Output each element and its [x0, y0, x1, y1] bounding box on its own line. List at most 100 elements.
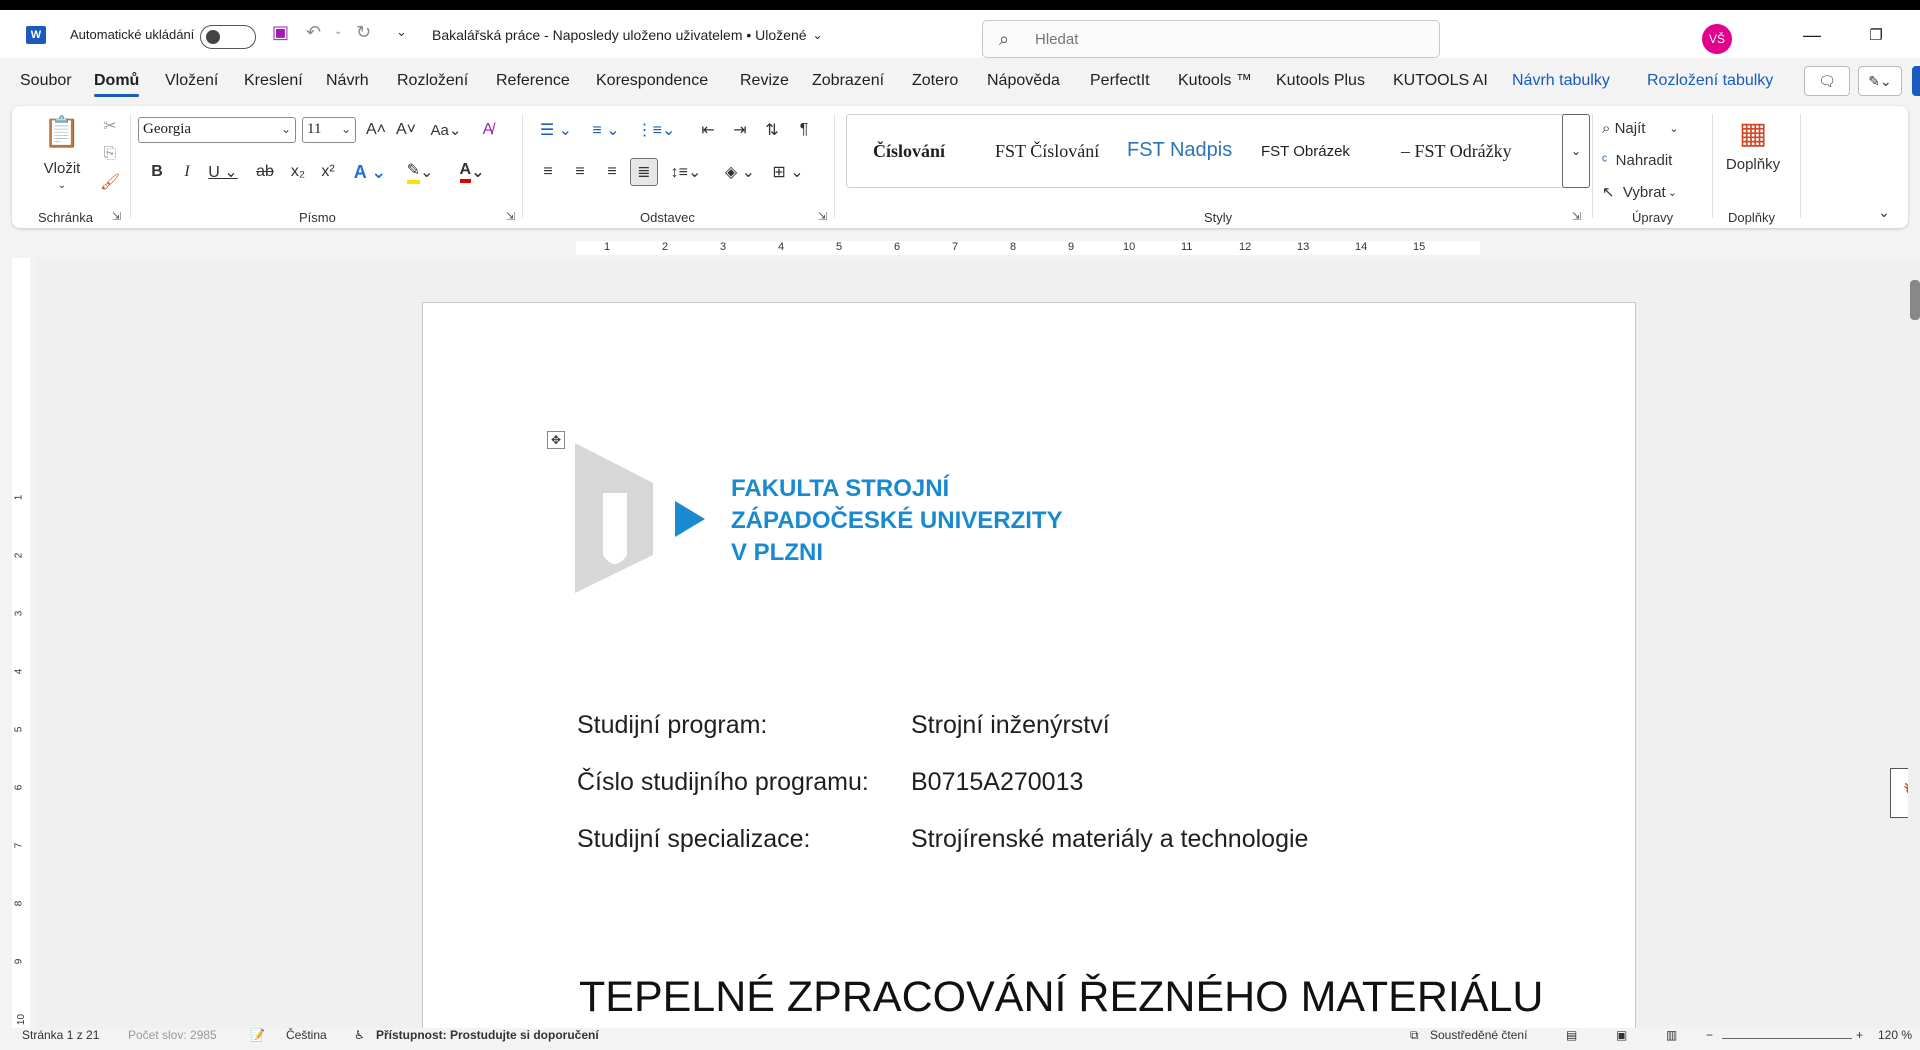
style-cislovani[interactable]: Číslování	[873, 141, 945, 162]
horizontal-ruler[interactable]: 1 2 3 4 5 6 7 8 9 10 11 12 13 14 15	[36, 238, 1920, 258]
zoom-level[interactable]: 120 %	[1878, 1028, 1912, 1042]
zoom-in-icon[interactable]: +	[1856, 1028, 1863, 1042]
font-size-combo[interactable]: 11 ⌄	[302, 117, 356, 143]
superscript-icon[interactable]: x²	[316, 160, 340, 184]
zoom-slider[interactable]	[1722, 1038, 1852, 1039]
shading-icon[interactable]: ◈ ⌄	[720, 160, 760, 184]
tab-revize[interactable]: Revize	[740, 72, 789, 90]
style-fst-cislovani[interactable]: FST Číslování	[995, 141, 1099, 162]
customize-toolbar-icon[interactable]: ⌄	[396, 24, 407, 40]
tab-rozlozeni-tabulky[interactable]: Rozložení tabulky	[1647, 72, 1773, 90]
bold-icon[interactable]: B	[146, 160, 168, 184]
document-canvas[interactable]: ✥ FAKULTA STROJNÍ ZÁPADOČESKÉ UNIVERZITY…	[36, 258, 1920, 1030]
tab-navrh-tabulky[interactable]: Návrh tabulky	[1512, 72, 1610, 90]
clear-formatting-icon[interactable]: A̸	[476, 118, 500, 142]
paragraph-launcher-icon[interactable]: ⇲	[818, 210, 827, 223]
tab-kutools-ai[interactable]: KUTOOLS AI	[1393, 72, 1488, 90]
close-icon[interactable]: ✕	[1916, 22, 1920, 48]
font-launcher-icon[interactable]: ⇲	[506, 210, 515, 223]
tab-vlozeni[interactable]: Vložení	[165, 72, 218, 90]
avatar[interactable]: VŠ	[1702, 24, 1732, 54]
format-painter-icon[interactable]: 🖌	[100, 172, 120, 192]
bullets-icon[interactable]: ☰ ⌄	[536, 118, 576, 142]
undo-icon[interactable]: ↶	[306, 22, 321, 43]
numbering-icon[interactable]: ≡ ⌄	[586, 118, 626, 142]
redo-icon[interactable]: ↻	[356, 22, 371, 43]
tab-korespondence[interactable]: Korespondence	[596, 72, 708, 90]
text-effects-icon[interactable]: A ⌄	[352, 160, 388, 184]
addins-button[interactable]: Doplňky	[1720, 154, 1786, 174]
increase-indent-icon[interactable]: ⇥	[728, 118, 752, 142]
justify-icon[interactable]: ≣	[630, 158, 658, 186]
tab-napoveda[interactable]: Nápověda	[987, 72, 1060, 90]
restore-icon[interactable]: ❐	[1856, 22, 1896, 48]
language[interactable]: Čeština	[286, 1028, 327, 1042]
shrink-font-icon[interactable]: A˅	[394, 118, 418, 142]
cut-icon[interactable]: ✂	[100, 116, 120, 136]
styles-launcher-icon[interactable]: ⇲	[1572, 210, 1581, 223]
page-count[interactable]: Stránka 1 z 21	[22, 1028, 99, 1042]
align-left-icon[interactable]: ≡	[536, 160, 560, 184]
line-spacing-icon[interactable]: ↕≡⌄	[666, 160, 706, 184]
style-fst-nadpis[interactable]: FST Nadpis	[1127, 139, 1232, 162]
replace-button[interactable]: ᶜ Nahradit	[1602, 148, 1702, 172]
sort-icon[interactable]: ⇅	[760, 118, 784, 142]
tab-zotero[interactable]: Zotero	[912, 72, 958, 90]
comments-button[interactable]: 🗨	[1804, 66, 1850, 96]
focus-mode[interactable]: Soustředěné čtení	[1430, 1028, 1527, 1042]
strikethrough-icon[interactable]: ab	[252, 160, 278, 184]
save-icon[interactable]: ▣	[272, 22, 289, 43]
show-formatting-icon[interactable]: ¶	[792, 118, 816, 142]
decrease-indent-icon[interactable]: ⇤	[696, 118, 720, 142]
highlight-color-icon[interactable]: ✎ ⌄	[400, 160, 440, 184]
undo-dropdown-icon[interactable]: ⌄	[334, 26, 342, 37]
search-input[interactable]	[1035, 29, 1415, 49]
editing-mode-button[interactable]: ✎⌄	[1858, 66, 1902, 96]
styles-more-icon[interactable]: ⌄	[1562, 114, 1590, 188]
paste-icon[interactable]: 📋	[42, 112, 82, 152]
style-fst-obrazek[interactable]: FST Obrázek	[1261, 143, 1350, 160]
minimize-icon[interactable]: —	[1792, 22, 1832, 48]
proofing-icon[interactable]: 📝	[250, 1028, 265, 1042]
paste-button[interactable]: Vložit	[38, 158, 86, 178]
search-box[interactable]: ⌕	[982, 20, 1440, 58]
tab-kresleni[interactable]: Kreslení	[244, 72, 303, 90]
zoom-out-icon[interactable]: −	[1706, 1028, 1713, 1042]
tab-navrh[interactable]: Návrh	[326, 72, 369, 90]
read-mode-icon[interactable]: ▤	[1566, 1028, 1577, 1042]
clipboard-launcher-icon[interactable]: ⇲	[112, 210, 121, 223]
scrollbar-thumb[interactable]	[1910, 280, 1920, 320]
print-layout-icon[interactable]: ▣	[1616, 1028, 1627, 1042]
accessibility-status[interactable]: Přístupnost: Prostudujte si doporučení	[376, 1028, 599, 1042]
multilevel-list-icon[interactable]: ⋮≡⌄	[636, 118, 676, 142]
tab-domu[interactable]: Domů	[94, 72, 140, 97]
tab-kutools-plus[interactable]: Kutools Plus	[1276, 72, 1365, 90]
tab-kutools[interactable]: Kutools ™	[1178, 72, 1252, 90]
table-move-handle-icon[interactable]: ✥	[547, 431, 565, 449]
collapse-ribbon-icon[interactable]: ⌄	[1874, 202, 1894, 222]
borders-icon[interactable]: ⊞ ⌄	[768, 160, 808, 184]
change-case-button[interactable]: Aa ⌄	[426, 118, 466, 142]
tab-soubor[interactable]: Soubor	[20, 72, 72, 90]
copy-icon[interactable]: ⎘	[100, 144, 120, 164]
autosave-toggle[interactable]	[200, 25, 256, 49]
align-center-icon[interactable]: ≡	[568, 160, 592, 184]
style-fst-odrazky[interactable]: – FST Odrážky	[1401, 141, 1512, 162]
vertical-ruler[interactable]: 1 2 3 4 5 6 7 8 9 10	[12, 258, 30, 1030]
document-page[interactable]: ✥ FAKULTA STROJNÍ ZÁPADOČESKÉ UNIVERZITY…	[422, 302, 1636, 1030]
tab-zobrazeni[interactable]: Zobrazení	[812, 72, 884, 90]
document-title[interactable]: Bakalářská práce - Naposledy uloženo uži…	[432, 27, 823, 43]
underline-icon[interactable]: U ⌄	[206, 160, 240, 184]
grow-font-icon[interactable]: A˄	[364, 118, 388, 142]
tab-perfectit[interactable]: PerfectIt	[1090, 72, 1150, 90]
web-layout-icon[interactable]: ▥	[1666, 1028, 1677, 1042]
italic-icon[interactable]: I	[176, 160, 198, 184]
paste-dropdown-icon[interactable]: ⌄	[52, 178, 72, 192]
font-name-combo[interactable]: Georgia ⌄	[138, 117, 296, 143]
subscript-icon[interactable]: x₂	[286, 160, 310, 184]
vertical-scrollbar[interactable]	[1908, 258, 1920, 1028]
share-button[interactable]: ⇪	[1912, 66, 1920, 96]
font-color-icon[interactable]: A ⌄	[452, 160, 492, 184]
find-button[interactable]: ⌕ Najít ⌄	[1602, 116, 1702, 140]
align-right-icon[interactable]: ≡	[600, 160, 624, 184]
